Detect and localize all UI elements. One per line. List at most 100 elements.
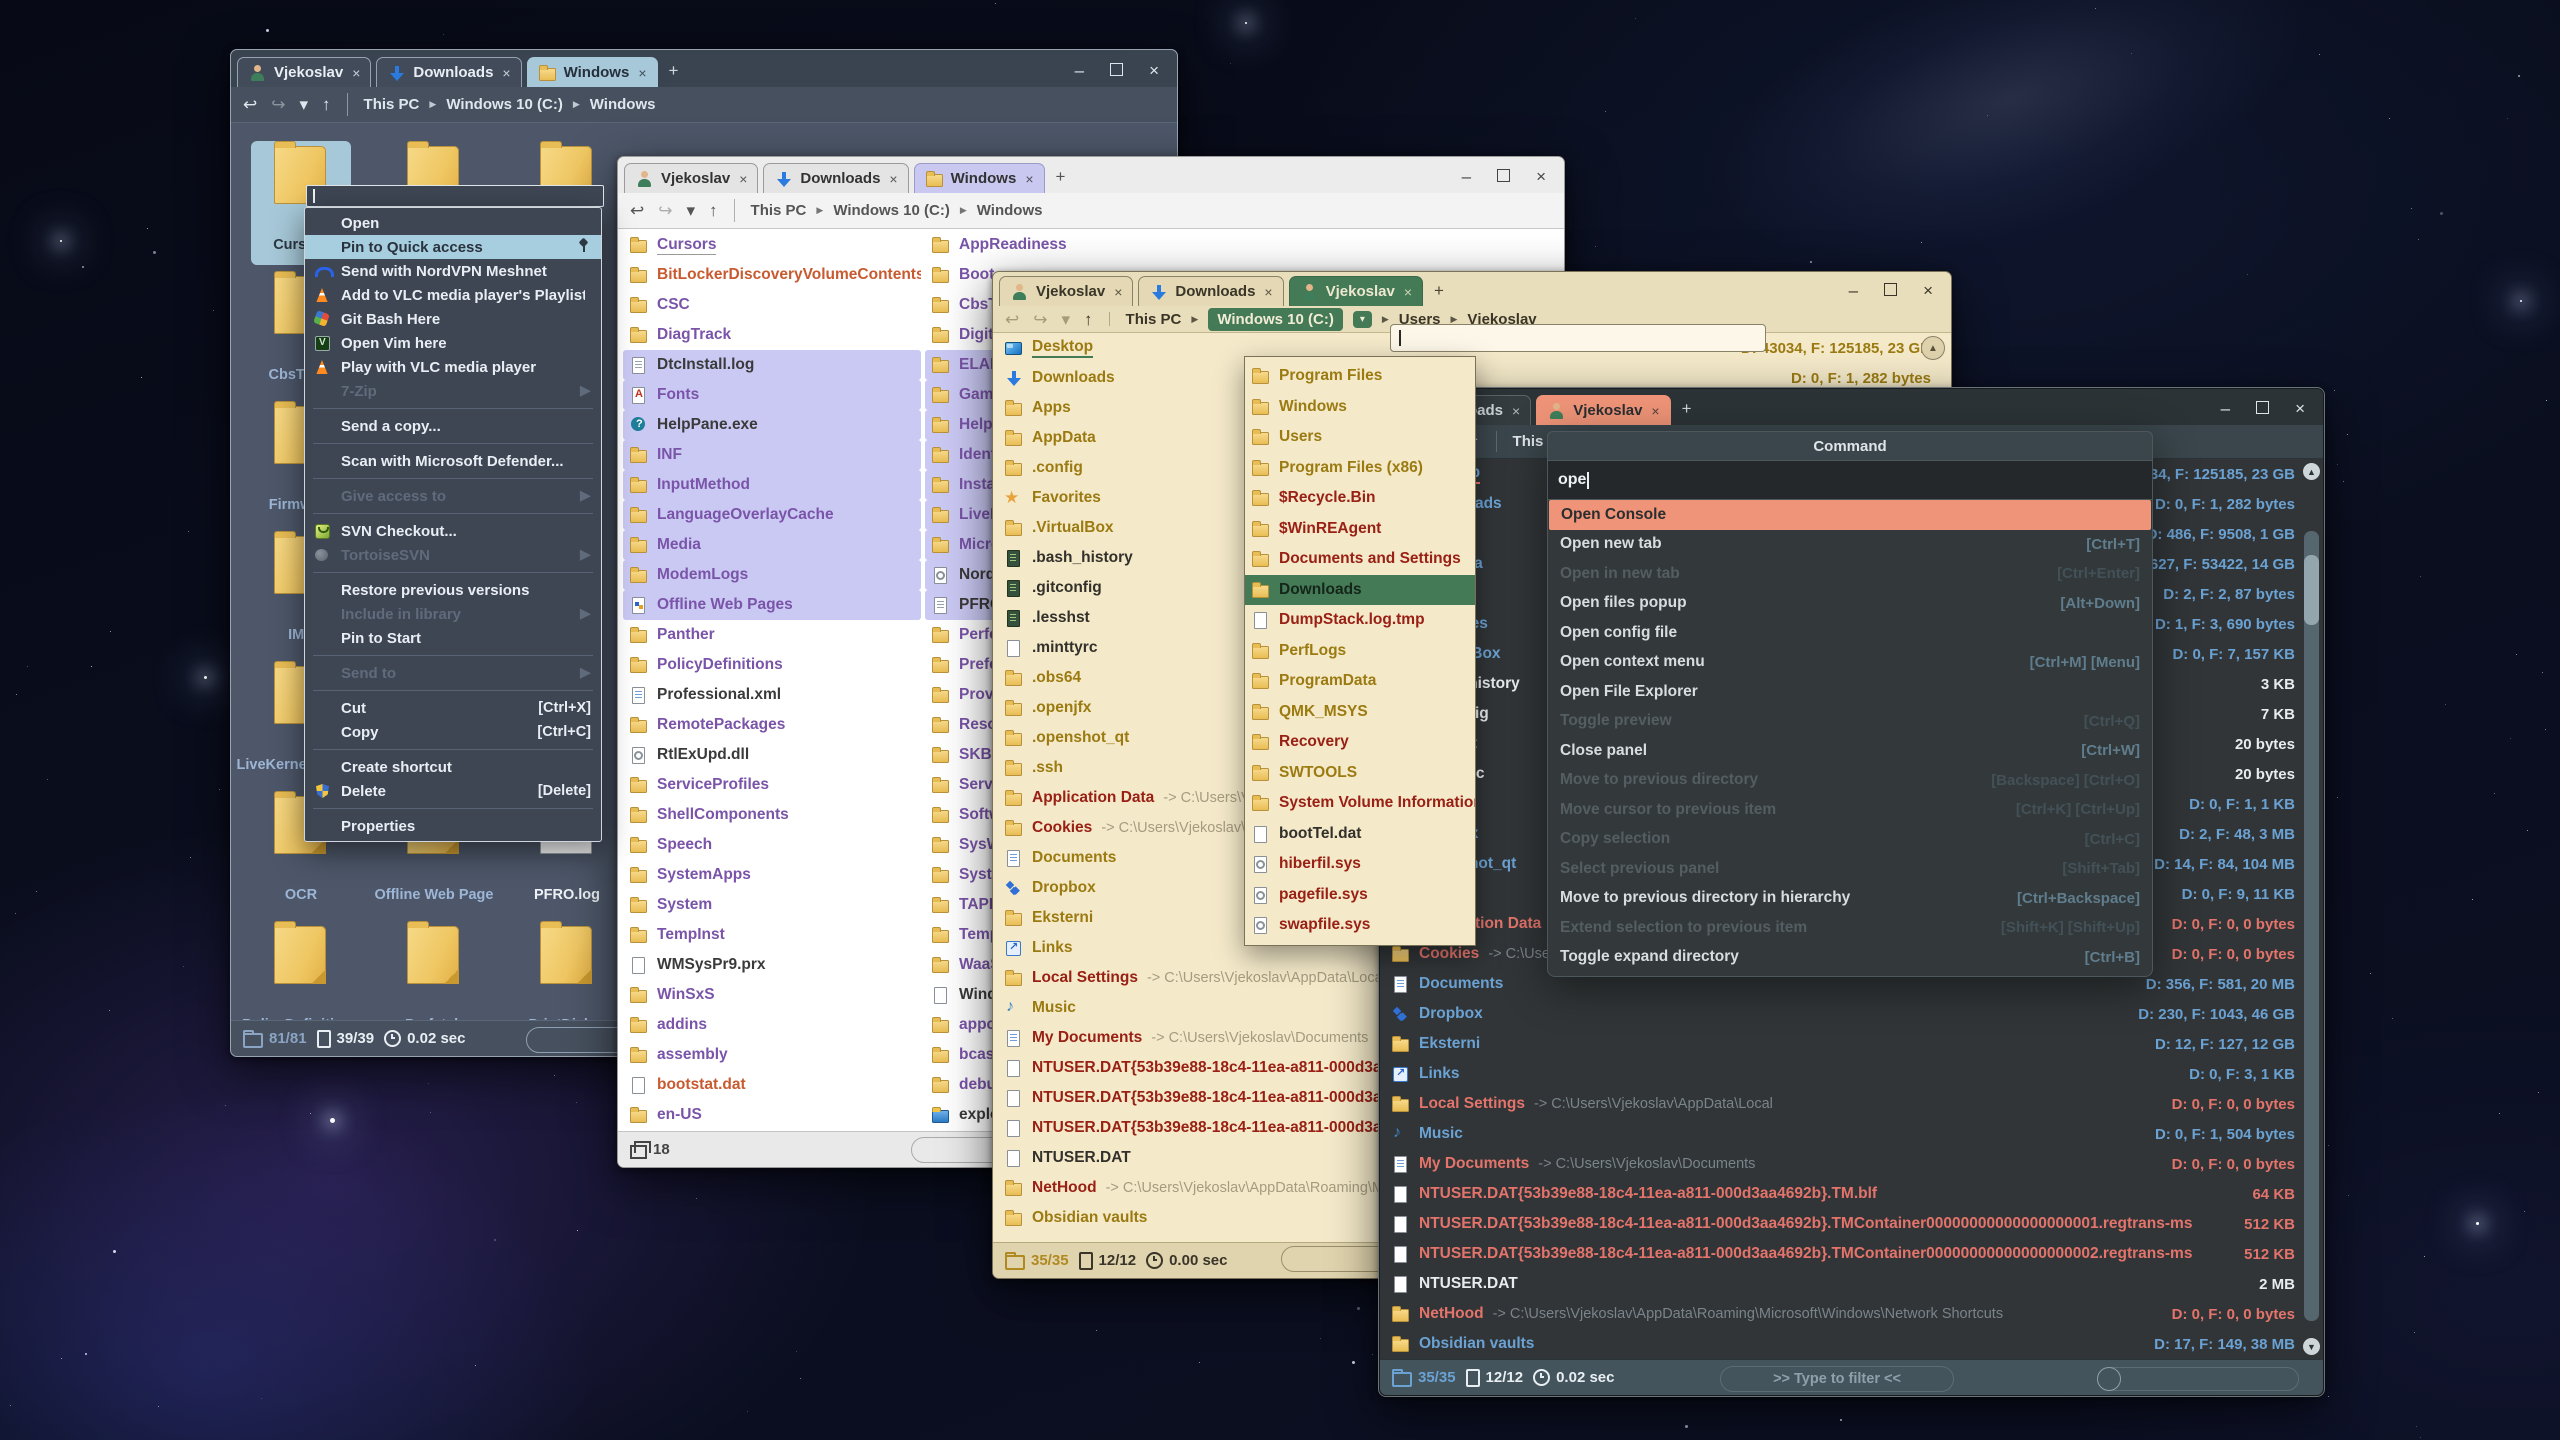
file-row[interactable]: assembly bbox=[623, 1040, 921, 1070]
new-tab-button[interactable]: + bbox=[1434, 281, 1444, 301]
up-button[interactable]: ↑ bbox=[322, 96, 331, 113]
close-tab-icon[interactable]: × bbox=[638, 65, 646, 81]
context-menu-item[interactable]: Pin to Start bbox=[305, 626, 601, 650]
dropdown-item[interactable]: SWTOOLS bbox=[1245, 758, 1475, 789]
forward-button[interactable]: ↪ bbox=[271, 96, 285, 113]
file-row[interactable]: NTUSER.DAT 2 MB bbox=[1385, 1269, 2301, 1299]
file-row[interactable]: addins bbox=[623, 1010, 921, 1040]
command-item[interactable]: Close panel [Ctrl+W] bbox=[1548, 736, 2152, 766]
maximize-button[interactable] bbox=[1110, 61, 1123, 81]
file-row[interactable]: NTUSER.DAT{53b39e88-18c4-11ea-a811-000d3… bbox=[1385, 1179, 2301, 1209]
scroll-down-button[interactable]: ▼ bbox=[2303, 1338, 2320, 1355]
context-menu-item[interactable]: Create shortcut bbox=[305, 755, 601, 779]
dropdown-item[interactable]: PerfLogs bbox=[1245, 636, 1475, 667]
minimize-button[interactable]: – bbox=[1462, 167, 1471, 187]
file-row[interactable]: ServiceProfiles bbox=[623, 770, 921, 800]
forward-button[interactable]: ↪ bbox=[1033, 311, 1047, 328]
breadcrumb-windows[interactable]: Windows bbox=[977, 202, 1043, 219]
up-button[interactable]: ↑ bbox=[709, 202, 718, 219]
context-menu-item[interactable]: Add to VLC media player's Playlist bbox=[305, 283, 601, 307]
dropdown-item[interactable]: Program Files (x86) bbox=[1245, 453, 1475, 484]
context-menu-item[interactable]: TortoiseSVN ▶ bbox=[305, 543, 601, 567]
command-item[interactable]: Move to previous directory [Backspace] [… bbox=[1548, 766, 2152, 796]
file-row[interactable]: NetHood -> C:\Users\Vjekoslav\AppData\Ro… bbox=[1385, 1299, 2301, 1329]
command-item[interactable]: Open in new tab [Ctrl+Enter] bbox=[1548, 559, 2152, 589]
dropdown-item[interactable]: $Recycle.Bin bbox=[1245, 483, 1475, 514]
file-row[interactable]: Professional.xml bbox=[623, 680, 921, 710]
file-row[interactable]: Speech bbox=[623, 830, 921, 860]
file-row[interactable]: Panther bbox=[623, 620, 921, 650]
close-tab-icon[interactable]: × bbox=[1651, 403, 1659, 419]
file-row[interactable]: ModemLogs bbox=[623, 560, 921, 590]
file-row[interactable]: Fonts bbox=[623, 380, 921, 410]
file-row[interactable]: Music D: 0, F: 1, 504 bytes bbox=[1385, 1119, 2301, 1149]
file-row[interactable]: NTUSER.DAT{53b39e88-18c4-11ea-a811-000d3… bbox=[1385, 1209, 2301, 1239]
dropdown-item[interactable]: Documents and Settings bbox=[1245, 544, 1475, 575]
file-row[interactable]: PolicyDefinitions bbox=[623, 650, 921, 680]
command-item[interactable]: Open config file bbox=[1548, 618, 2152, 648]
tab-downloads[interactable]: Downloads × bbox=[1138, 276, 1283, 306]
command-input[interactable]: ope bbox=[1547, 460, 2153, 500]
tab-vjekoslav[interactable]: Vjekoslav × bbox=[624, 163, 758, 193]
command-item[interactable]: Extend selection to previous item [Shift… bbox=[1548, 913, 2152, 943]
tab-vjekoslav-active[interactable]: Vjekoslav × bbox=[1289, 276, 1423, 306]
grid-cell[interactable]: Prefetch bbox=[368, 921, 500, 1020]
grid-cell[interactable]: PrintDialog bbox=[501, 921, 633, 1020]
close-tab-icon[interactable]: × bbox=[889, 171, 897, 187]
dropdown-item[interactable]: System Volume Information bbox=[1245, 788, 1475, 819]
close-tab-icon[interactable]: × bbox=[1264, 284, 1272, 300]
file-row[interactable]: ShellComponents bbox=[623, 800, 921, 830]
context-menu-filter-input[interactable] bbox=[306, 185, 604, 207]
dropdown-item[interactable]: Downloads bbox=[1245, 575, 1475, 606]
file-row[interactable]: Obsidian vaults D: 17, F: 149, 38 MB bbox=[1385, 1329, 2301, 1359]
command-item[interactable]: Toggle expand directory [Ctrl+B] bbox=[1548, 943, 2152, 973]
maximize-button[interactable] bbox=[2256, 399, 2269, 419]
breadcrumb-this-pc[interactable]: This PC bbox=[364, 96, 420, 113]
close-window-button[interactable]: × bbox=[1149, 61, 1159, 81]
close-tab-icon[interactable]: × bbox=[1114, 284, 1122, 300]
maximize-button[interactable] bbox=[1497, 167, 1510, 187]
close-tab-icon[interactable]: × bbox=[502, 65, 510, 81]
file-row[interactable]: AppReadiness bbox=[925, 230, 1245, 260]
file-manager-window-home-dark[interactable]: Downloads × Vjekoslav × + – × ↩ ↪ ▾ ↑ Th… bbox=[1379, 388, 2324, 1396]
dropdown-item[interactable]: Windows bbox=[1245, 392, 1475, 423]
context-menu-item[interactable]: Send with NordVPN Meshnet bbox=[305, 259, 601, 283]
file-row[interactable]: Cursors bbox=[623, 230, 921, 260]
close-window-button[interactable]: × bbox=[1923, 281, 1933, 301]
grid-cell[interactable]: PolicyDefinitions bbox=[235, 921, 367, 1020]
dropdown-item[interactable]: bootTel.dat bbox=[1245, 819, 1475, 850]
dropdown-item[interactable]: ProgramData bbox=[1245, 666, 1475, 697]
back-button[interactable]: ↩ bbox=[630, 202, 644, 219]
file-row[interactable]: Links D: 0, F: 3, 1 KB bbox=[1385, 1059, 2301, 1089]
context-menu-item[interactable]: Send a copy... bbox=[305, 414, 601, 438]
minimize-button[interactable]: – bbox=[1849, 281, 1858, 301]
dropdown-item[interactable]: DumpStack.log.tmp bbox=[1245, 605, 1475, 636]
context-menu-item[interactable]: SVN Checkout... bbox=[305, 519, 601, 543]
breadcrumb-windows[interactable]: Windows bbox=[590, 96, 656, 113]
dropdown-item[interactable]: hiberfil.sys bbox=[1245, 849, 1475, 880]
dropdown-item[interactable]: Users bbox=[1245, 422, 1475, 453]
dropdown-item[interactable]: QMK_MSYS bbox=[1245, 697, 1475, 728]
back-button[interactable]: ↩ bbox=[243, 96, 257, 113]
close-window-button[interactable]: × bbox=[2295, 399, 2305, 419]
command-item[interactable]: Move cursor to previous item [Ctrl+K] [C… bbox=[1548, 795, 2152, 825]
history-dropdown-button[interactable]: ▾ bbox=[1062, 311, 1071, 328]
dropdown-item[interactable]: Program Files bbox=[1245, 361, 1475, 392]
tab-windows-active[interactable]: Windows × bbox=[527, 57, 658, 87]
minimize-button[interactable]: – bbox=[2221, 399, 2230, 419]
file-row[interactable]: RtlExUpd.dll bbox=[623, 740, 921, 770]
file-row[interactable]: BitLockerDiscoveryVolumeContents bbox=[623, 260, 921, 290]
file-row[interactable]: System bbox=[623, 890, 921, 920]
context-menu-item[interactable]: Give access to ▶ bbox=[305, 484, 601, 508]
minimize-button[interactable]: – bbox=[1075, 61, 1084, 81]
context-menu-item[interactable]: 7-Zip ▶ bbox=[305, 379, 601, 403]
back-button[interactable]: ↩ bbox=[1005, 311, 1019, 328]
file-row[interactable]: INF bbox=[623, 440, 921, 470]
command-item[interactable]: Open new tab [Ctrl+T] bbox=[1548, 530, 2152, 560]
file-row[interactable]: Media bbox=[623, 530, 921, 560]
dropdown-item[interactable]: $WinREAgent bbox=[1245, 514, 1475, 545]
close-tab-icon[interactable]: × bbox=[1404, 284, 1412, 300]
path-edit-input[interactable] bbox=[1390, 324, 1766, 352]
new-tab-button[interactable]: + bbox=[669, 61, 679, 81]
context-menu-item[interactable]: Delete [Delete] bbox=[305, 779, 601, 803]
